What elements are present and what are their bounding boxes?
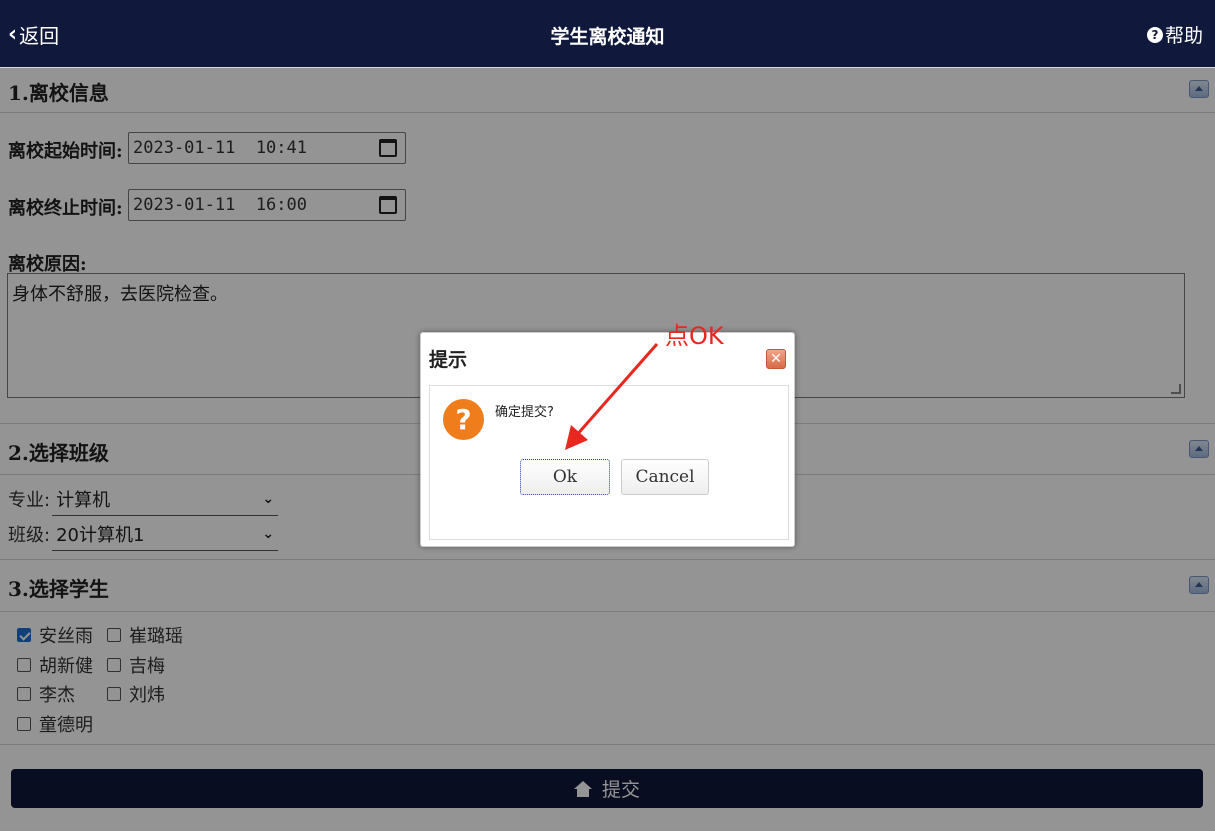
- dialog-title: 提示: [429, 349, 468, 371]
- page-title: 学生离校通知: [550, 26, 665, 48]
- cancel-button[interactable]: Cancel: [621, 459, 709, 495]
- help-button[interactable]: ? 帮助: [1146, 21, 1203, 48]
- question-circle-icon: ?: [1146, 26, 1163, 43]
- app-header: ‹ 返回 学生离校通知 ? 帮助: [0, 0, 1215, 68]
- confirm-dialog: 提示 ✕ ? 确定提交? Ok Cancel: [420, 332, 795, 547]
- close-icon[interactable]: ✕: [766, 349, 786, 369]
- help-label: 帮助: [1164, 25, 1203, 47]
- question-icon: ?: [443, 399, 484, 440]
- ok-button[interactable]: Ok: [520, 459, 610, 495]
- dialog-message: 确定提交?: [495, 405, 554, 420]
- annotation-text: 点OK: [665, 322, 724, 350]
- dialog-body: ? 确定提交? Ok Cancel: [429, 385, 789, 540]
